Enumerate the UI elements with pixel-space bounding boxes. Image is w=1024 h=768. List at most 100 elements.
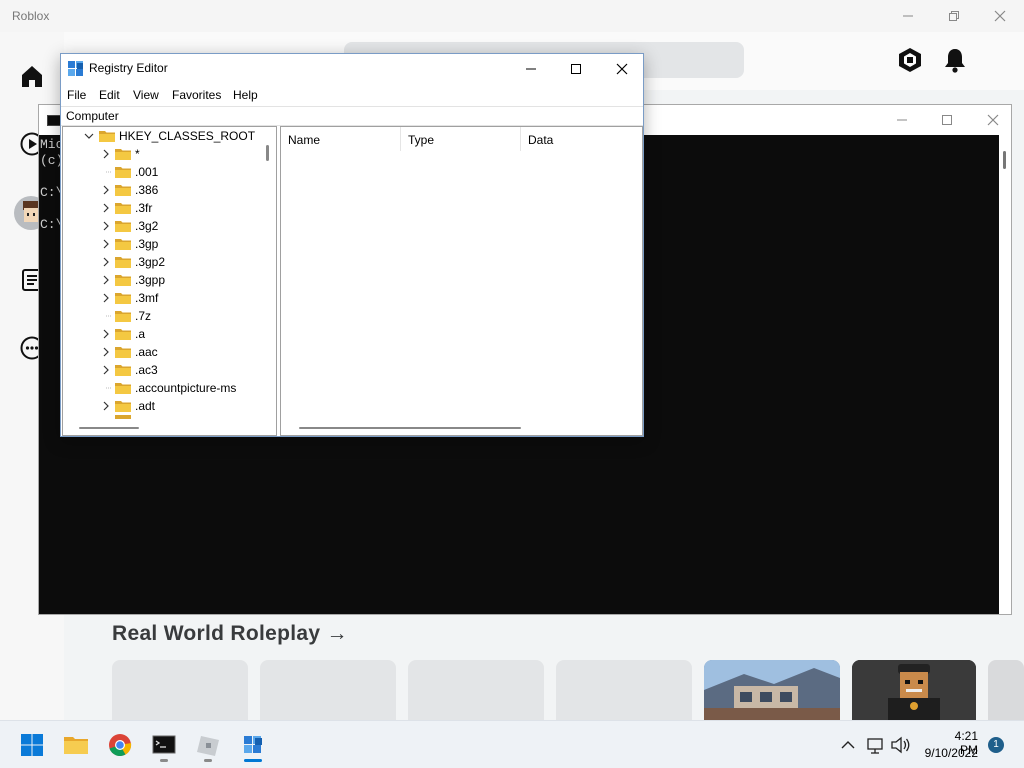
close-icon — [994, 10, 1006, 22]
chevron-right-icon[interactable] — [100, 181, 112, 199]
game-tile[interactable] — [260, 660, 396, 720]
cmd-close-button[interactable] — [983, 110, 1003, 130]
scrollbar-thumb[interactable] — [299, 427, 521, 429]
chrome-icon — [109, 734, 132, 757]
chevron-right-icon[interactable] — [100, 397, 112, 415]
folder-icon — [115, 293, 131, 304]
regedit-address-bar[interactable]: Computer — [61, 106, 643, 126]
speaker-icon — [891, 736, 910, 754]
chevron-right-icon[interactable] — [100, 235, 112, 253]
menu-view[interactable]: View — [133, 88, 159, 102]
tree-key-label: .386 — [135, 183, 159, 197]
tree-key-label: .accountpicture-ms — [135, 381, 237, 395]
tree-key-label: .3gp2 — [135, 255, 166, 269]
regedit-minimize-button[interactable] — [516, 58, 546, 80]
tree-key-label: .ac3 — [135, 363, 158, 377]
regedit-close-button[interactable] — [607, 58, 637, 80]
list-horizontal-scrollbar[interactable] — [281, 421, 642, 435]
chevron-down-icon[interactable] — [83, 127, 95, 145]
tree-key-item[interactable]: .a — [63, 325, 263, 343]
chevron-right-icon[interactable] — [100, 217, 112, 235]
robux-icon — [899, 48, 921, 72]
column-header-name[interactable]: Name — [281, 127, 401, 151]
tree-key-item[interactable]: .ac3 — [63, 361, 263, 379]
game-tile-thumbnail[interactable] — [704, 660, 840, 720]
file-explorer-taskbar-button[interactable] — [56, 725, 96, 765]
address-input[interactable]: Computer — [66, 109, 119, 123]
bell-icon — [945, 49, 965, 73]
regedit-titlebar[interactable]: Registry Editor — [61, 54, 643, 84]
tree-key-item[interactable]: .7z — [63, 307, 263, 325]
chevron-right-icon[interactable] — [100, 145, 112, 163]
menu-help[interactable]: Help — [233, 88, 258, 102]
menu-favorites[interactable]: Favorites — [172, 88, 221, 102]
scrollbar-thumb[interactable] — [79, 427, 139, 429]
volume-button[interactable] — [888, 725, 912, 765]
column-header-type[interactable]: Type — [401, 127, 521, 151]
folder-icon — [115, 221, 131, 232]
chevron-right-icon[interactable] — [100, 253, 112, 271]
game-tile[interactable] — [556, 660, 692, 720]
tree-vertical-scrollbar[interactable] — [263, 127, 276, 421]
regedit-maximize-button[interactable] — [561, 58, 591, 80]
folder-icon — [115, 257, 131, 268]
network-button[interactable] — [864, 725, 886, 765]
tree-key-label: .3gp — [135, 237, 159, 251]
game-tile-thumbnail[interactable] — [852, 660, 976, 720]
tree-key-item[interactable]: .3gpp — [63, 271, 263, 289]
menu-edit[interactable]: Edit — [99, 88, 120, 102]
chevron-right-icon[interactable] — [100, 343, 112, 361]
section-title-real-world-roleplay[interactable]: Real World Roleplay → — [112, 622, 348, 646]
home-nav-button[interactable] — [18, 62, 46, 90]
roblox-minimize-button[interactable] — [898, 6, 918, 26]
roblox-close-button[interactable] — [990, 6, 1010, 26]
tree-key-item[interactable]: .adt — [63, 397, 263, 415]
chevron-right-icon[interactable] — [100, 271, 112, 289]
folder-icon — [115, 347, 131, 358]
chevron-right-icon[interactable] — [100, 199, 112, 217]
registry-values-list[interactable]: Name Type Data — [280, 126, 643, 436]
cmd-minimize-button[interactable] — [892, 110, 912, 130]
tree-key-item[interactable]: .3gp2 — [63, 253, 263, 271]
scrollbar-thumb[interactable] — [266, 145, 269, 161]
tree-key-item[interactable]: .aac — [63, 343, 263, 361]
notification-badge[interactable]: 1 — [988, 737, 1004, 753]
tree-root-key[interactable]: HKEY_CLASSES_ROOT — [63, 127, 263, 145]
chevron-right-icon[interactable] — [100, 289, 112, 307]
game-tile[interactable] — [408, 660, 544, 720]
tree-key-item[interactable]: .accountpicture-ms — [63, 379, 263, 397]
restore-icon — [949, 11, 959, 21]
tree-key-label: .7z — [135, 309, 152, 323]
robux-button[interactable] — [896, 46, 924, 74]
menu-file[interactable]: File — [67, 88, 86, 102]
windows-taskbar: 4:21 PM 9/10/2022 1 — [0, 720, 1024, 768]
game-thumbnail-image — [704, 660, 840, 720]
notifications-button[interactable] — [942, 46, 968, 74]
tree-key-item[interactable]: .386 — [63, 181, 263, 199]
cmd-vertical-scrollbar[interactable] — [999, 135, 1011, 614]
tree-key-item[interactable]: .001 — [63, 163, 263, 181]
roblox-titlebar: Roblox — [0, 0, 1024, 32]
game-tile[interactable] — [988, 660, 1024, 720]
tree-key-item[interactable]: .3g2 — [63, 217, 263, 235]
clock-date[interactable]: 9/10/2022 — [918, 746, 978, 760]
tree-key-item[interactable]: .3fr — [63, 199, 263, 217]
folder-icon — [115, 415, 131, 419]
chevron-up-icon — [841, 741, 855, 749]
start-button[interactable] — [12, 725, 52, 765]
tree-key-item[interactable]: .3mf — [63, 289, 263, 307]
chrome-taskbar-button[interactable] — [100, 725, 140, 765]
folder-icon — [115, 149, 131, 160]
cmd-maximize-button[interactable] — [937, 110, 957, 130]
game-tile[interactable] — [112, 660, 248, 720]
show-hidden-icons-button[interactable] — [838, 725, 858, 765]
roblox-restore-button[interactable] — [944, 6, 964, 26]
column-header-data[interactable]: Data — [521, 127, 642, 151]
chevron-right-icon[interactable] — [100, 361, 112, 379]
tree-horizontal-scrollbar[interactable] — [63, 421, 276, 435]
chevron-right-icon[interactable] — [100, 325, 112, 343]
tree-key-item[interactable]: * — [63, 145, 263, 163]
tree-key-item[interactable]: .3gp — [63, 235, 263, 253]
scrollbar-thumb[interactable] — [1003, 151, 1006, 169]
registry-key-tree[interactable]: HKEY_CLASSES_ROOT * .001 .386 .3fr .3g2 .3gp .3… — [62, 126, 277, 436]
